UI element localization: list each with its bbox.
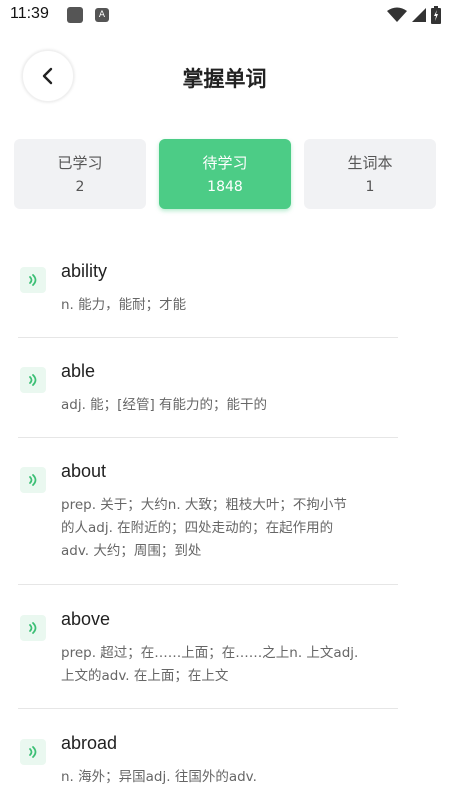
tab-label: 生词本	[347, 154, 393, 172]
word-meaning: prep. 超过；在……上面；在……之上n. 上文adj. 上文的adv. 在上…	[61, 642, 391, 688]
word-text: abroad	[61, 733, 118, 753]
divider	[18, 584, 398, 585]
word-text: above	[61, 609, 111, 629]
tab-bar: 已学习 2 待学习 1848 生词本 1	[14, 139, 436, 209]
word-meaning: adj. 能；[经管] 有能力的；能干的	[61, 397, 267, 413]
tab-label: 已学习	[57, 154, 103, 172]
header: 掌握单词	[0, 45, 449, 105]
tab-count: 2	[75, 179, 85, 195]
speaker-icon	[29, 746, 37, 758]
speaker-icon	[29, 274, 37, 286]
tab-label: 待学习	[202, 154, 248, 172]
tab-count: 1848	[207, 179, 243, 195]
divider	[18, 337, 398, 338]
wifi-icon	[387, 7, 407, 22]
meaning-line: adv. 大约；周围；到处	[61, 543, 202, 559]
speaker-icon	[29, 374, 37, 386]
tab-vocabulary-book[interactable]: 生词本 1	[304, 139, 436, 209]
meaning-line: 上文的adv. 在上面；在上文	[61, 668, 229, 684]
divider	[18, 437, 398, 438]
status-bar: 11:39 A	[0, 0, 449, 32]
divider	[18, 708, 398, 709]
tab-count: 1	[365, 179, 375, 195]
word-meaning: prep. 关于；大约n. 大致；粗枝大叶；不拘小节 的人adj. 在附近的；四…	[61, 494, 391, 563]
signal-icon	[412, 8, 426, 22]
word-meaning: n. 能力，能耐；才能	[61, 297, 187, 313]
speaker-button[interactable]	[20, 267, 46, 293]
speaker-icon	[29, 622, 37, 634]
word-meaning: n. 海外；异国adj. 往国外的adv.	[61, 769, 257, 785]
status-icons	[387, 5, 441, 25]
meaning-line: 的人adj. 在附近的；四处走动的；在起作用的	[61, 520, 334, 536]
meaning-line: prep. 超过；在……上面；在……之上n. 上文adj.	[61, 645, 359, 661]
tab-to-learn[interactable]: 待学习 1848	[159, 139, 291, 209]
status-time: 11:39	[10, 5, 49, 22]
page-title: 掌握单词	[182, 67, 267, 91]
speaker-icon	[29, 474, 37, 486]
speaker-button[interactable]	[20, 467, 46, 493]
speaker-button[interactable]	[20, 615, 46, 641]
notification-icon	[67, 7, 83, 23]
word-text: about	[61, 461, 107, 481]
speaker-button[interactable]	[20, 367, 46, 393]
battery-icon	[431, 6, 441, 24]
word-text: ability	[61, 261, 108, 281]
app-icon: A	[95, 8, 109, 22]
speaker-button[interactable]	[20, 739, 46, 765]
word-text: able	[61, 361, 96, 381]
meaning-line: prep. 关于；大约n. 大致；粗枝大叶；不拘小节	[61, 497, 347, 513]
tab-learned[interactable]: 已学习 2	[14, 139, 146, 209]
